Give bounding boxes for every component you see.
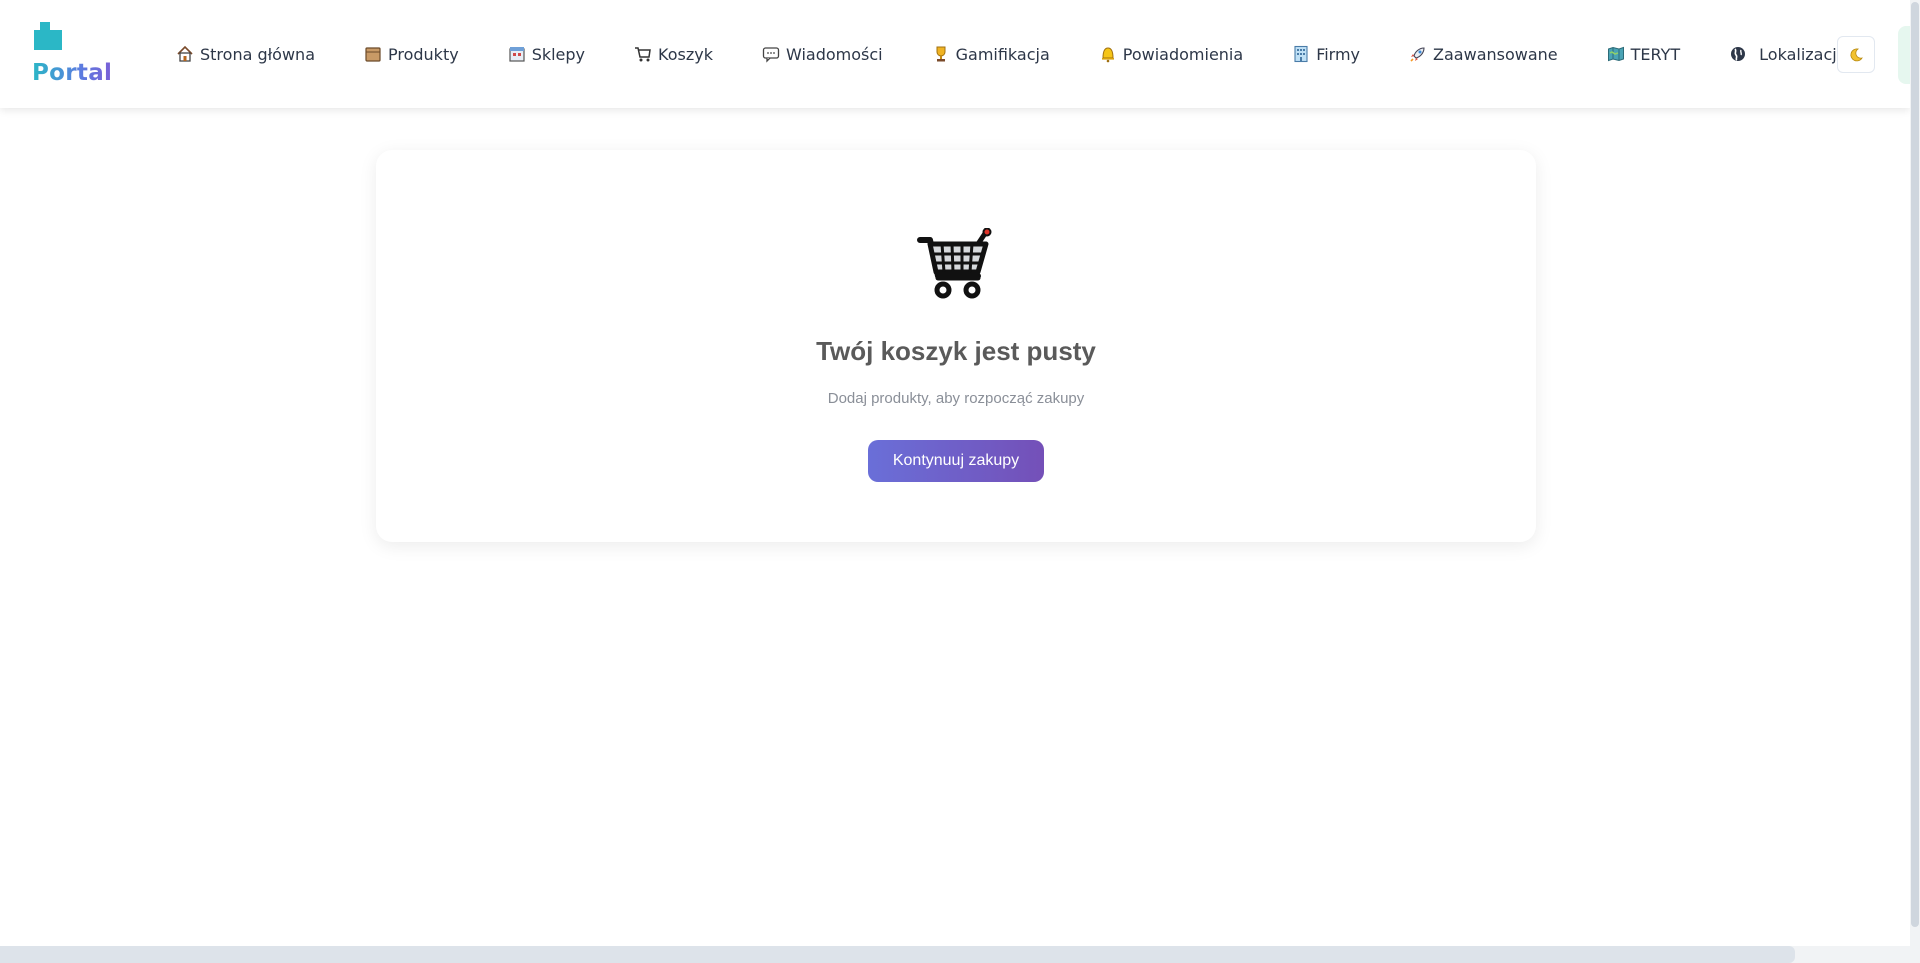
nav-item-produkty[interactable]: Produkty [364, 36, 459, 72]
nav-label: Koszyk [658, 44, 713, 64]
nav-item-wiadomosci[interactable]: Wiadomości [762, 36, 883, 72]
nav-item-firmy[interactable]: Firmy [1292, 36, 1360, 72]
logo-text: Portal [32, 60, 113, 86]
shopping-cart-icon [917, 228, 992, 299]
trophy-icon [932, 45, 950, 63]
nav-item-koszyk[interactable]: Koszyk [634, 36, 713, 72]
nav-item-powiadomienia[interactable]: Powiadomienia [1099, 36, 1243, 72]
message-icon [762, 45, 780, 63]
empty-cart-title: Twój koszyk jest pusty [816, 336, 1096, 366]
nav-label: Wiadomości [785, 44, 883, 64]
nav-label: Gamifikacja [955, 44, 1050, 64]
logo[interactable]: Portal [32, 22, 112, 88]
store-icon [508, 45, 526, 63]
map-icon [1607, 45, 1625, 63]
page: Portal Strona główna Produkty Sklepy Kos… [0, 0, 1920, 963]
continue-shopping-button[interactable]: Kontynuuj zakupy [868, 440, 1044, 482]
rocket-icon [1409, 45, 1427, 63]
logo-icon [34, 22, 62, 50]
theme-toggle-button[interactable] [1837, 36, 1875, 73]
nav-item-strona-glowna[interactable]: Strona główna [176, 36, 315, 72]
nav-label: TERYT [1630, 44, 1681, 64]
nav-label: Sklepy [531, 44, 586, 64]
box-icon [364, 45, 382, 63]
empty-cart-card: Twój koszyk jest pusty Dodaj produkty, a… [376, 150, 1536, 542]
nav-label: Lokalizacje [1759, 44, 1847, 64]
globe-icon [1729, 45, 1747, 63]
nav-label: Firmy [1316, 44, 1361, 64]
nav-label: Zaawansowane [1433, 44, 1558, 64]
nav-label: Powiadomienia [1122, 44, 1244, 64]
moon-icon [1850, 48, 1863, 61]
home-icon [176, 45, 194, 63]
nav-item-zaawansowane[interactable]: Zaawansowane [1409, 36, 1558, 72]
nav-item-gamifikacja[interactable]: Gamifikacja [932, 36, 1050, 72]
nav-label: Produkty [388, 44, 459, 64]
nav-label: Strona główna [200, 44, 315, 64]
main-nav: Strona główna Produkty Sklepy Koszyk Wia… [176, 36, 1869, 72]
top-navbar: Portal Strona główna Produkty Sklepy Kos… [0, 0, 1912, 108]
cart-icon [634, 45, 652, 63]
horizontal-scrollbar-thumb[interactable] [0, 946, 1795, 963]
nav-item-teryt[interactable]: TERYT [1607, 36, 1681, 72]
empty-cart-subtitle: Dodaj produkty, aby rozpocząć zakupy [827, 390, 1085, 407]
vertical-scrollbar-thumb[interactable] [1911, 2, 1919, 927]
bell-icon [1099, 45, 1117, 63]
nav-item-sklepy[interactable]: Sklepy [508, 36, 585, 72]
building-icon [1292, 45, 1310, 63]
